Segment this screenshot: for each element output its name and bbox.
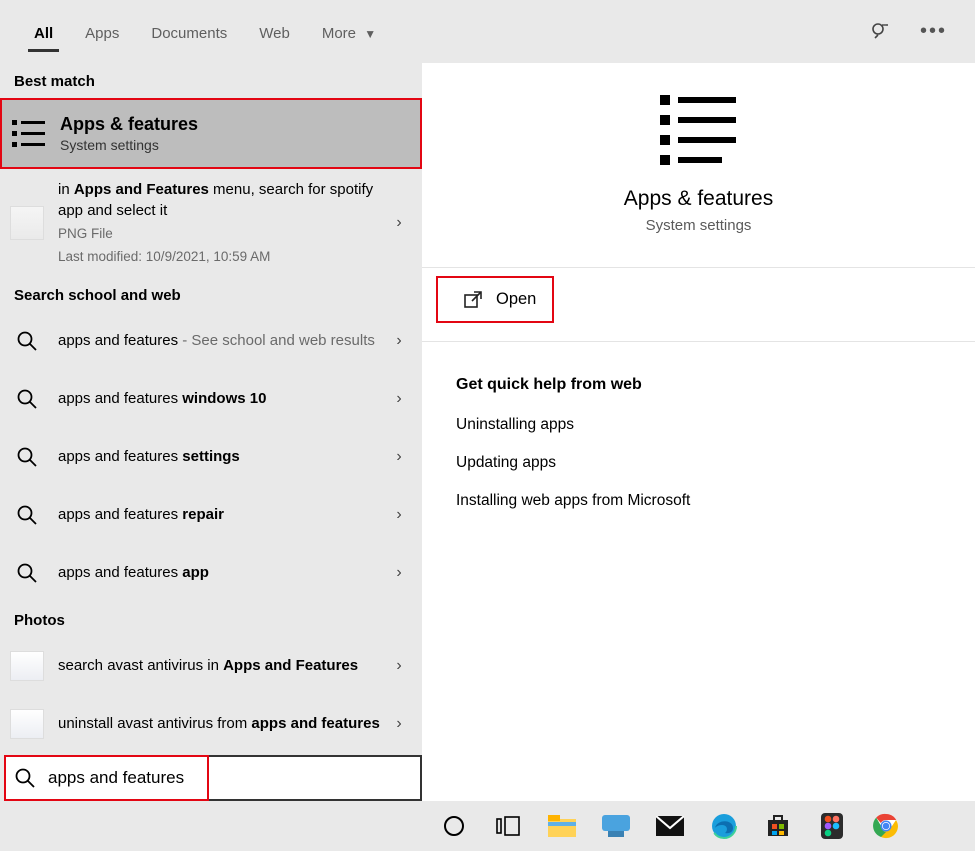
apps-features-icon [10,115,48,153]
web-result[interactable]: apps and features settings › [0,428,422,486]
file-result-modified: Last modified: 10/9/2021, 10:59 AM [58,248,382,267]
chevron-right-icon[interactable]: › [394,448,412,466]
section-photos: Photos [0,602,422,637]
open-label: Open [496,290,536,309]
search-results-pane: Best match Apps & features System settin… [0,63,422,801]
taskbar-app-icon[interactable] [600,810,632,842]
web-result[interactable]: apps and features windows 10 › [0,370,422,428]
photo-thumbnail-icon [8,647,46,685]
taskbar-store-icon[interactable] [762,810,794,842]
web-result[interactable]: apps and features - See school and web r… [0,312,422,370]
chevron-right-icon[interactable]: › [394,564,412,582]
file-result-type: PNG File [58,225,382,244]
file-result-text: in Apps and Features menu, search for sp… [58,181,373,219]
quick-help-link[interactable]: Uninstalling apps [422,406,975,444]
preview-subtitle: System settings [646,217,752,234]
search-input[interactable] [48,768,412,788]
web-result[interactable]: apps and features repair › [0,486,422,544]
chevron-right-icon[interactable]: › [394,390,412,408]
taskbar [0,801,975,851]
feedback-icon[interactable] [870,21,892,43]
best-match-result[interactable]: Apps & features System settings [0,98,422,169]
search-icon [14,767,36,789]
search-icon [8,322,46,360]
search-icon [8,496,46,534]
photo-thumbnail-icon [8,705,46,743]
chevron-right-icon[interactable]: › [394,332,412,350]
search-icon [8,438,46,476]
photo-result[interactable]: search avast antivirus in Apps and Featu… [0,637,422,695]
chevron-right-icon[interactable]: › [394,214,412,232]
best-match-title: Apps & features [60,114,198,135]
section-school-web: Search school and web [0,277,422,312]
chevron-right-icon[interactable]: › [394,715,412,733]
taskbar-task-view-icon[interactable] [492,810,524,842]
web-result[interactable]: apps and features app › [0,544,422,602]
tab-all[interactable]: All [18,5,69,58]
search-icon [8,380,46,418]
taskbar-file-explorer-icon[interactable] [546,810,578,842]
chevron-down-icon: ▼ [364,27,376,41]
quick-help-link[interactable]: Updating apps [422,444,975,482]
photo-result[interactable]: uninstall avast antivirus from apps and … [0,695,422,753]
more-options-icon[interactable]: ••• [920,20,947,43]
tab-more[interactable]: More ▼ [306,5,392,58]
quick-help-heading: Get quick help from web [422,350,975,406]
search-box[interactable] [4,755,422,801]
apps-features-hero-icon [660,93,738,167]
open-icon [464,291,482,309]
tab-more-label: More [322,25,356,42]
taskbar-figma-icon[interactable] [816,810,848,842]
tab-web[interactable]: Web [243,5,306,58]
section-best-match: Best match [0,63,422,98]
taskbar-edge-icon[interactable] [708,810,740,842]
taskbar-cortana-icon[interactable] [438,810,470,842]
best-match-subtitle: System settings [60,137,198,153]
search-icon [8,554,46,592]
taskbar-chrome-icon[interactable] [870,810,902,842]
taskbar-mail-icon[interactable] [654,810,686,842]
open-button[interactable]: Open [436,276,554,323]
file-result[interactable]: in Apps and Features menu, search for sp… [0,169,422,277]
preview-title: Apps & features [624,187,773,211]
search-filter-tabs: All Apps Documents Web More ▼ ••• [0,0,975,63]
chevron-right-icon[interactable]: › [394,506,412,524]
quick-help-link[interactable]: Installing web apps from Microsoft [422,482,975,520]
tab-documents[interactable]: Documents [135,5,243,58]
tab-apps[interactable]: Apps [69,5,135,58]
png-thumbnail-icon [8,204,46,242]
chevron-right-icon[interactable]: › [394,657,412,675]
preview-pane: Apps & features System settings Open Get… [422,63,975,801]
